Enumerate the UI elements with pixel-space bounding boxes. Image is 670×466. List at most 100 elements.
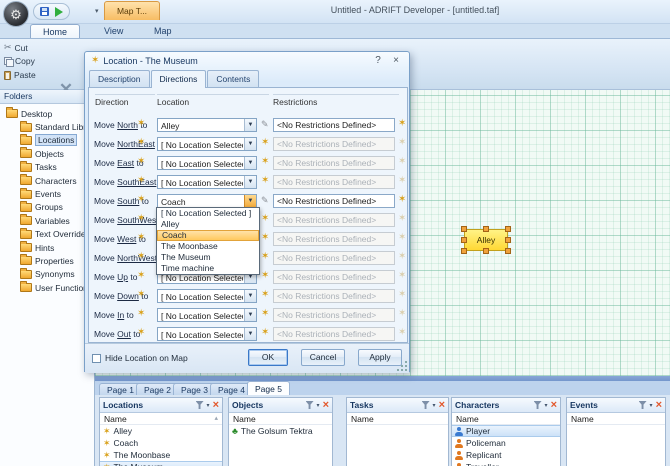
sidebar-item-tasks[interactable]: Tasks [0, 161, 94, 174]
dropdown-item[interactable]: The Moonbase [157, 241, 259, 252]
ribbon-tab-map[interactable]: Map [142, 24, 184, 38]
close-panel-icon[interactable]: × [656, 400, 662, 410]
location-select-out[interactable]: [ No Location Selected ]▼ [157, 327, 257, 341]
run-icon[interactable] [55, 7, 63, 17]
sidebar-item-standard-library[interactable]: Standard Library [0, 120, 94, 133]
close-panel-icon[interactable]: × [323, 400, 329, 410]
list-item[interactable]: Traveller [452, 461, 560, 466]
filter-icon[interactable] [196, 401, 204, 409]
list-column-header[interactable]: Name▴ [100, 413, 222, 425]
generator-icon[interactable]: ✶ [137, 157, 145, 167]
quick-access-dropdown-icon[interactable]: ▾ [95, 7, 99, 15]
generator-icon[interactable]: ✶ [137, 233, 145, 243]
map-floating-tab[interactable]: Map T... [104, 1, 160, 20]
filter-icon[interactable] [639, 401, 647, 409]
location-select-north[interactable]: Alley▼ [157, 118, 257, 132]
generator-icon[interactable]: ✶ [261, 176, 269, 186]
filter-dropdown-icon[interactable]: ▾ [433, 402, 436, 409]
generator-icon[interactable]: ✶ [137, 252, 145, 262]
dropdown-arrow-icon[interactable]: ▼ [244, 195, 256, 207]
generator-icon[interactable]: ✶ [137, 328, 145, 338]
hide-location-checkbox-row[interactable]: Hide Location on Map [92, 353, 188, 363]
selection-handle[interactable] [461, 226, 467, 232]
list-item[interactable]: ✶The Museum [100, 461, 222, 466]
selection-handle[interactable] [505, 226, 511, 232]
filter-icon[interactable] [422, 401, 430, 409]
generator-icon[interactable]: ✶ [137, 214, 145, 224]
restrictions-generator-icon[interactable]: ✶ [398, 233, 406, 243]
restrictions-field[interactable]: <No Restrictions Defined> [273, 118, 395, 132]
sidebar-item-variables[interactable]: Variables [0, 214, 94, 227]
list-item[interactable]: ♣The Golsum Tektra [229, 425, 332, 437]
sidebar-item-desktop[interactable]: Desktop [0, 107, 94, 120]
dropdown-item[interactable]: Alley [157, 219, 259, 230]
generator-icon[interactable]: ✶ [137, 309, 145, 319]
cancel-button[interactable]: Cancel [301, 349, 345, 366]
paste-button[interactable]: Paste [4, 70, 36, 80]
dropdown-arrow-icon[interactable]: ▼ [244, 157, 256, 169]
dropdown-item[interactable]: Coach [157, 230, 259, 241]
dialog-help-button[interactable]: ? [371, 55, 385, 66]
save-icon[interactable] [40, 7, 49, 16]
sidebar-item-text-overrides[interactable]: Text Overrides [0, 228, 94, 241]
dropdown-item[interactable]: The Museum [157, 252, 259, 263]
sidebar-item-characters[interactable]: Characters [0, 174, 94, 187]
restrictions-field[interactable]: <No Restrictions Defined> [273, 194, 395, 208]
hide-location-checkbox[interactable] [92, 354, 101, 363]
generator-icon[interactable]: ✶ [137, 176, 145, 186]
filter-icon[interactable] [306, 401, 314, 409]
edit-location-icon[interactable]: ✎ [261, 119, 269, 129]
generator-icon[interactable]: ✶ [261, 309, 269, 319]
apply-button[interactable]: Apply [358, 349, 402, 366]
generator-icon[interactable]: ✶ [137, 290, 145, 300]
list-item[interactable]: ✶The Moonbase [100, 449, 222, 461]
edit-location-icon[interactable]: ✎ [261, 195, 269, 205]
dialog-title-bar[interactable]: ✶ Location - The Museum ? × [85, 52, 409, 69]
tab-description[interactable]: Description [89, 70, 150, 87]
restrictions-generator-icon[interactable]: ✶ [398, 176, 406, 186]
selection-handle[interactable] [483, 248, 489, 254]
dropdown-arrow-icon[interactable]: ▼ [244, 138, 256, 150]
ribbon-tab-view[interactable]: View [92, 24, 135, 38]
generator-icon[interactable]: ✶ [137, 138, 145, 148]
sidebar-item-events[interactable]: Events [0, 187, 94, 200]
copy-button[interactable]: Copy [4, 56, 35, 66]
restrictions-generator-icon[interactable]: ✶ [398, 195, 406, 205]
generator-icon[interactable]: ✶ [137, 195, 145, 205]
generator-icon[interactable]: ✶ [261, 138, 269, 148]
generator-icon[interactable]: ✶ [261, 328, 269, 338]
ok-button[interactable]: OK [248, 349, 288, 366]
selection-handle[interactable] [483, 226, 489, 232]
restrictions-generator-icon[interactable]: ✶ [398, 309, 406, 319]
location-select-south[interactable]: Coach▼ [157, 194, 257, 208]
dropdown-arrow-icon[interactable]: ▼ [244, 176, 256, 188]
sidebar-item-user-functions[interactable]: User Functions [0, 281, 94, 294]
dropdown-item[interactable]: Time machine [157, 263, 259, 274]
list-column-header[interactable]: Name [452, 413, 560, 425]
sidebar-item-groups[interactable]: Groups [0, 201, 94, 214]
list-item[interactable]: Player [452, 425, 560, 437]
sidebar-item-synonyms[interactable]: Synonyms [0, 268, 94, 281]
list-item[interactable]: ✶Alley [100, 425, 222, 437]
location-select-east[interactable]: [ No Location Selected ]▼ [157, 156, 257, 170]
generator-icon[interactable]: ✶ [261, 252, 269, 262]
ribbon-tab-home[interactable]: Home [30, 24, 80, 38]
selection-handle[interactable] [505, 237, 511, 243]
sidebar-item-properties[interactable]: Properties [0, 254, 94, 267]
generator-icon[interactable]: ✶ [261, 157, 269, 167]
close-panel-icon[interactable]: × [439, 400, 445, 410]
generator-icon[interactable]: ✶ [137, 271, 145, 281]
tab-contents[interactable]: Contents [207, 70, 259, 87]
list-column-header[interactable]: Name [347, 413, 448, 425]
generator-icon[interactable]: ✶ [261, 214, 269, 224]
close-panel-icon[interactable]: × [213, 400, 219, 410]
dropdown-arrow-icon[interactable]: ▼ [244, 119, 256, 131]
selection-handle[interactable] [461, 237, 467, 243]
close-panel-icon[interactable]: × [551, 400, 557, 410]
restrictions-generator-icon[interactable]: ✶ [398, 157, 406, 167]
tab-directions[interactable]: Directions [151, 70, 207, 88]
dialog-close-button[interactable]: × [389, 55, 403, 66]
restrictions-generator-icon[interactable]: ✶ [398, 271, 406, 281]
dropdown-arrow-icon[interactable]: ▼ [244, 309, 256, 321]
list-item[interactable]: Policeman [452, 437, 560, 449]
